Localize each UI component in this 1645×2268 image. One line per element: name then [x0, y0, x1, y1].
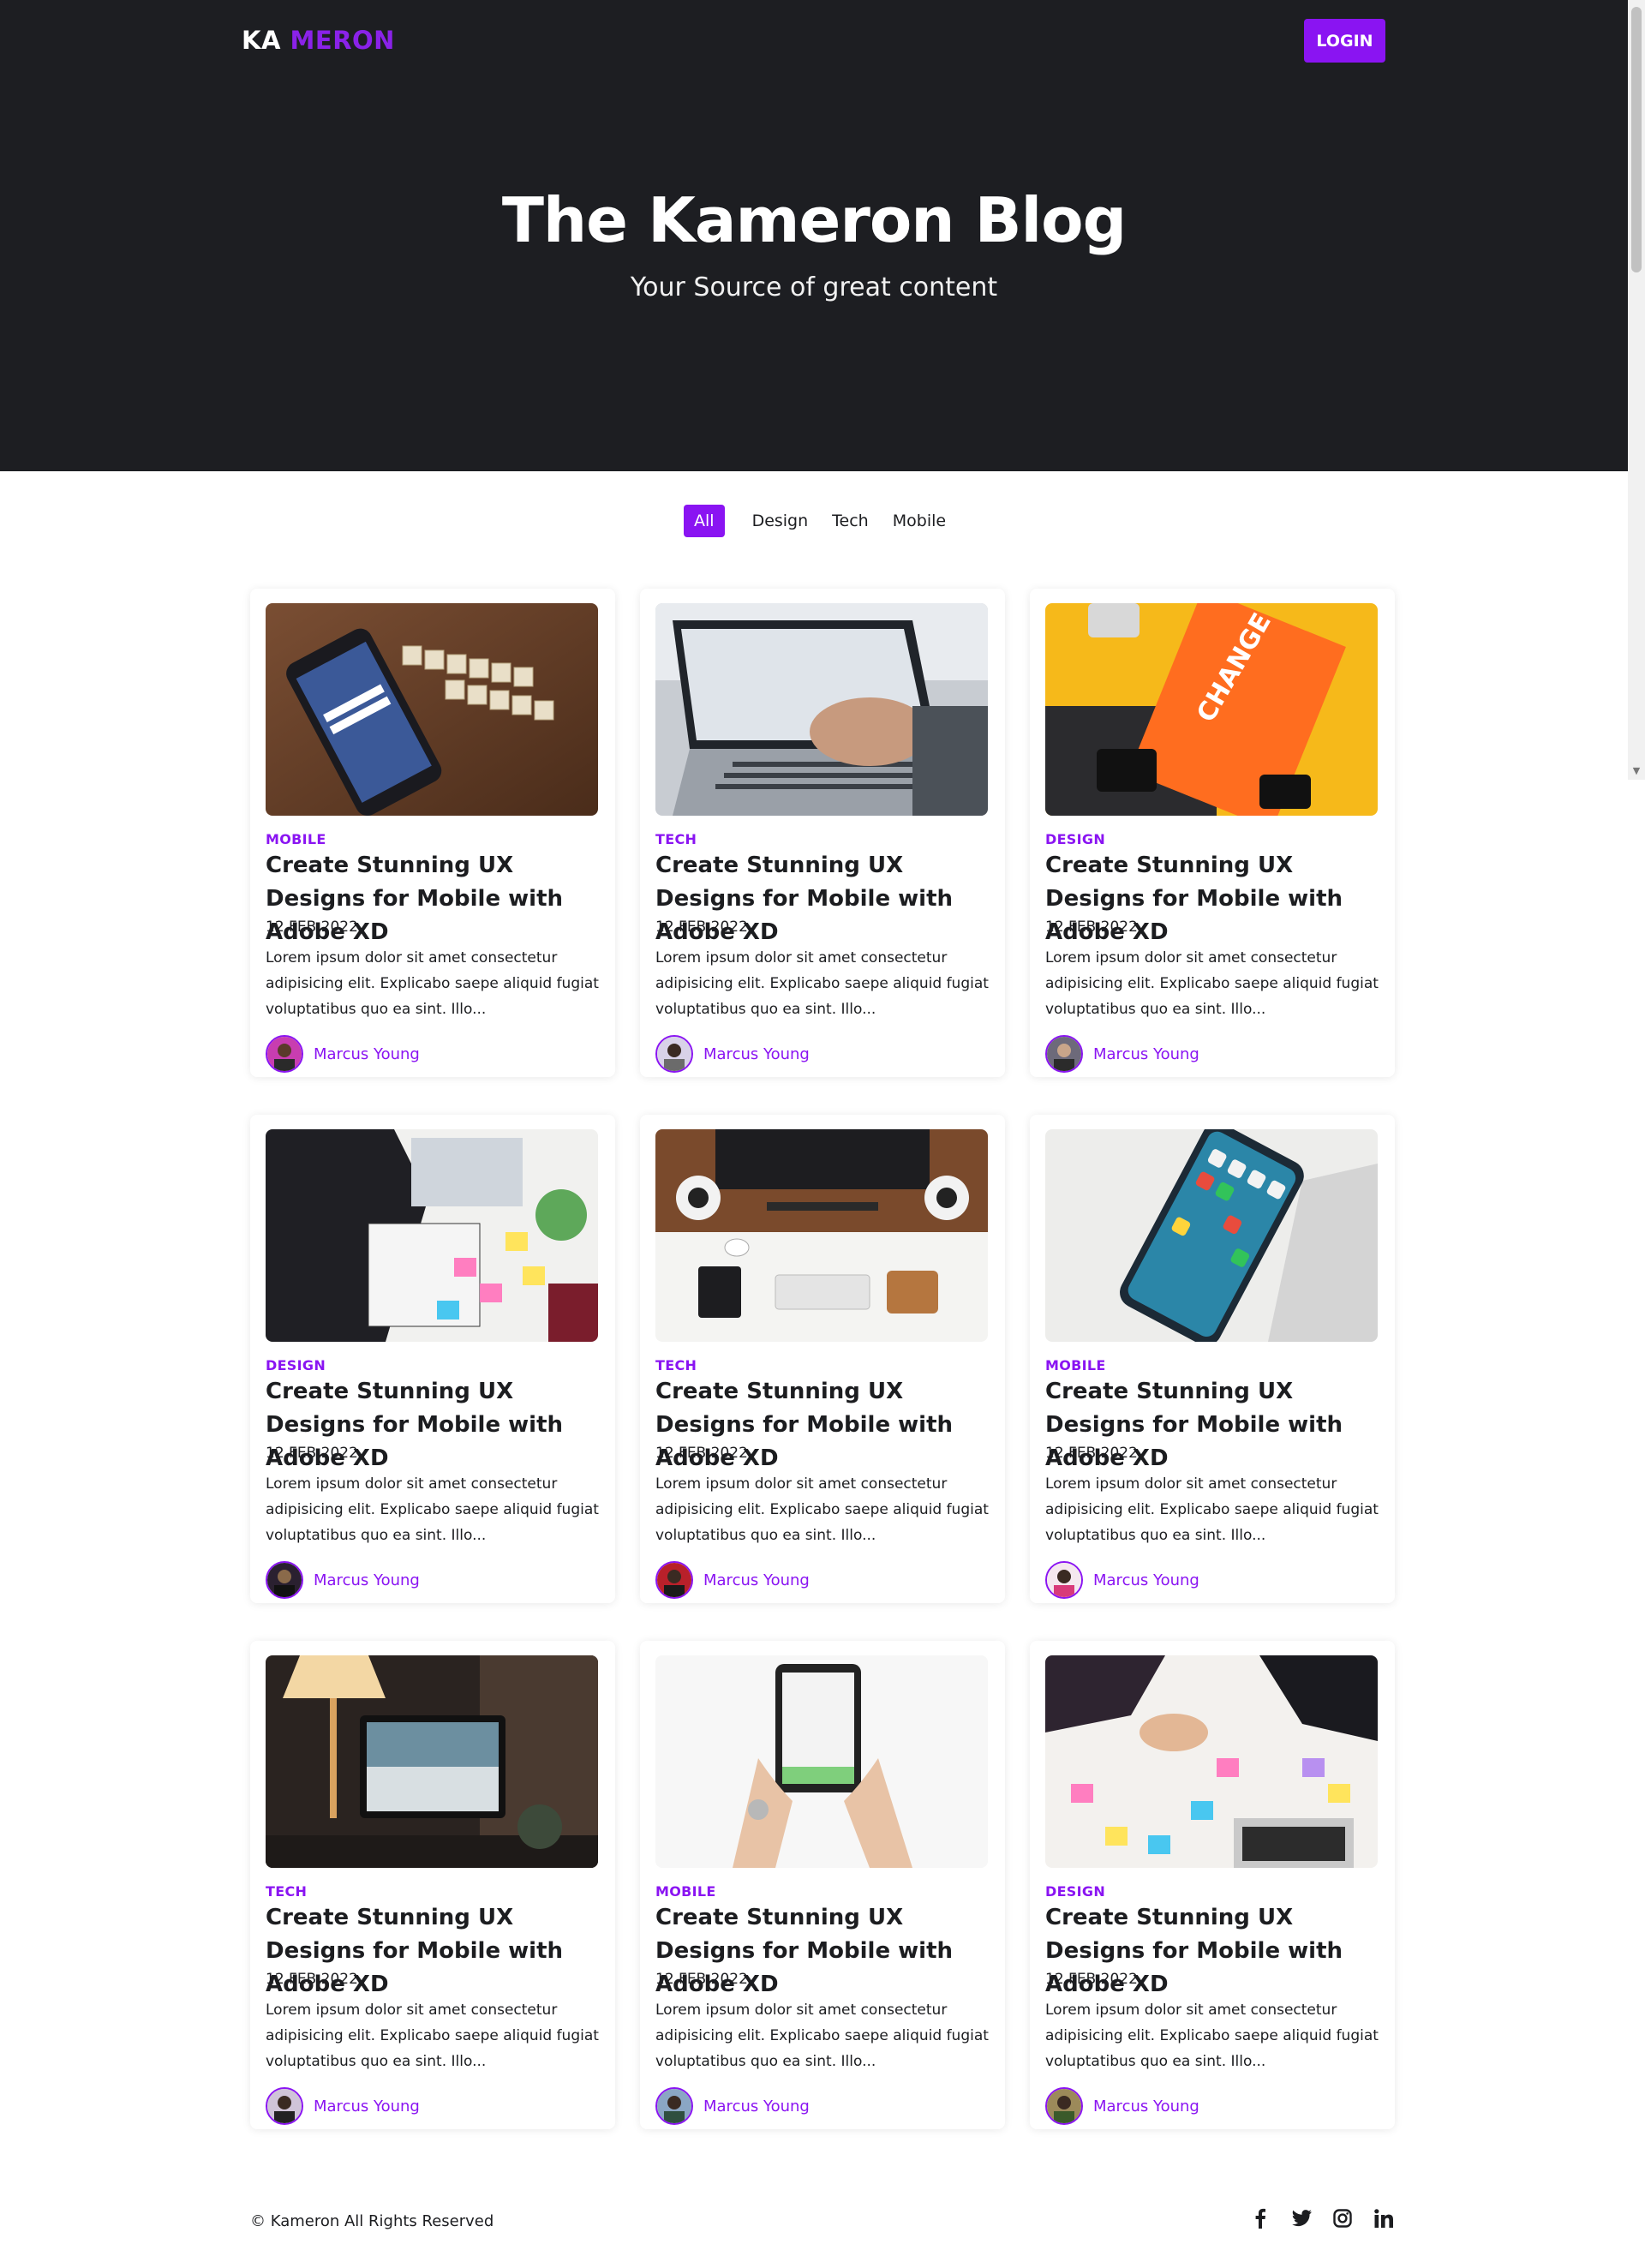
post-image[interactable] [1045, 1129, 1378, 1342]
author-name[interactable]: Marcus Young [703, 2097, 810, 2115]
post-card[interactable]: TECH Create Stunning UX Designs for Mobi… [640, 1115, 1005, 1603]
avatar [266, 1561, 303, 1599]
post-card[interactable]: CHANGE DESIGN Create Stunning UX Designs… [1030, 589, 1395, 1077]
post-author[interactable]: Marcus Young [266, 1561, 420, 1599]
post-excerpt: Lorem ipsum dolor sit amet consectetur a… [1045, 1475, 1379, 1544]
login-button[interactable]: LOGIN [1304, 19, 1385, 63]
avatar [1045, 1035, 1083, 1073]
facebook-icon[interactable] [1249, 2207, 1271, 2229]
post-date: 12 FEB 2022 [266, 919, 358, 936]
post-excerpt: Lorem ipsum dolor sit amet consectetur a… [655, 2002, 989, 2070]
avatar [266, 1035, 303, 1073]
post-card[interactable]: MOBILE Create Stunning UX Designs for Mo… [640, 1641, 1005, 2129]
scroll-down-arrow-icon[interactable]: ▼ [1628, 763, 1645, 780]
page-title: The Kameron Blog [501, 184, 1127, 256]
author-name[interactable]: Marcus Young [314, 1571, 420, 1589]
author-name[interactable]: Marcus Young [703, 1045, 810, 1063]
page-subtitle: Your Source of great content [630, 272, 998, 302]
post-category[interactable]: TECH [655, 1357, 697, 1373]
post-excerpt: Lorem ipsum dolor sit amet consectetur a… [266, 1475, 599, 1544]
post-card[interactable]: MOBILE Create Stunning UX Designs for Mo… [250, 589, 615, 1077]
post-card[interactable]: DESIGN Create Stunning UX Designs for Mo… [250, 1115, 615, 1603]
author-name[interactable]: Marcus Young [1093, 1571, 1199, 1589]
post-card[interactable]: TECH Create Stunning UX Designs for Mobi… [250, 1641, 615, 2129]
post-date: 12 FEB 2022 [1045, 1971, 1138, 1988]
post-image[interactable] [266, 603, 598, 816]
post-author[interactable]: Marcus Young [266, 2087, 420, 2125]
post-category[interactable]: DESIGN [1045, 831, 1105, 847]
post-image[interactable] [655, 1129, 988, 1342]
logo-part-ka: KA [242, 26, 281, 55]
category-filters: All Design Tech Mobile [684, 505, 958, 537]
post-date: 12 FEB 2022 [655, 1445, 748, 1462]
post-image[interactable] [655, 1655, 988, 1868]
post-author[interactable]: Marcus Young [655, 1561, 810, 1599]
post-excerpt: Lorem ipsum dolor sit amet consectetur a… [655, 1475, 989, 1544]
author-name[interactable]: Marcus Young [314, 2097, 420, 2115]
post-image[interactable] [1045, 1655, 1378, 1868]
post-date: 12 FEB 2022 [266, 1971, 358, 1988]
post-image[interactable] [655, 603, 988, 816]
filter-all[interactable]: All [684, 505, 725, 537]
post-excerpt: Lorem ipsum dolor sit amet consectetur a… [655, 949, 989, 1018]
post-category[interactable]: TECH [655, 831, 697, 847]
post-image[interactable] [266, 1129, 598, 1342]
post-date: 12 FEB 2022 [1045, 919, 1138, 936]
post-category[interactable]: MOBILE [1045, 1357, 1106, 1373]
post-card[interactable]: MOBILE Create Stunning UX Designs for Mo… [1030, 1115, 1395, 1603]
filter-mobile[interactable]: Mobile [881, 505, 958, 537]
avatar [266, 2087, 303, 2125]
avatar [655, 2087, 693, 2125]
post-card[interactable]: TECH Create Stunning UX Designs for Mobi… [640, 589, 1005, 1077]
post-excerpt: Lorem ipsum dolor sit amet consectetur a… [266, 949, 599, 1018]
scrollbar[interactable]: ▼ [1628, 0, 1645, 780]
filter-design[interactable]: Design [740, 505, 821, 537]
hero-header: KA MERON LOGIN The Kameron Blog Your Sou… [0, 0, 1628, 471]
avatar [655, 1561, 693, 1599]
post-author[interactable]: Marcus Young [655, 1035, 810, 1073]
author-name[interactable]: Marcus Young [703, 1571, 810, 1589]
post-date: 12 FEB 2022 [655, 919, 748, 936]
avatar [1045, 1561, 1083, 1599]
avatar [655, 1035, 693, 1073]
post-image[interactable] [266, 1655, 598, 1868]
post-date: 12 FEB 2022 [266, 1445, 358, 1462]
scrollbar-thumb[interactable] [1631, 7, 1642, 272]
logo[interactable]: KA MERON [242, 26, 395, 55]
avatar [1045, 2087, 1083, 2125]
post-excerpt: Lorem ipsum dolor sit amet consectetur a… [1045, 949, 1379, 1018]
author-name[interactable]: Marcus Young [1093, 2097, 1199, 2115]
footer-copyright: © Kameron All Rights Reserved [250, 2212, 494, 2230]
post-date: 12 FEB 2022 [1045, 1445, 1138, 1462]
instagram-icon[interactable] [1331, 2207, 1354, 2229]
post-category[interactable]: MOBILE [655, 1883, 716, 1900]
social-links [1249, 2207, 1395, 2229]
post-category[interactable]: TECH [266, 1883, 307, 1900]
post-category[interactable]: DESIGN [1045, 1883, 1105, 1900]
post-image[interactable]: CHANGE [1045, 603, 1378, 816]
post-excerpt: Lorem ipsum dolor sit amet consectetur a… [1045, 2002, 1379, 2070]
post-date: 12 FEB 2022 [655, 1971, 748, 1988]
post-author[interactable]: Marcus Young [1045, 1035, 1199, 1073]
post-author[interactable]: Marcus Young [1045, 2087, 1199, 2125]
logo-part-meron: MERON [290, 26, 395, 55]
post-card[interactable]: DESIGN Create Stunning UX Designs for Mo… [1030, 1641, 1395, 2129]
post-category[interactable]: DESIGN [266, 1357, 326, 1373]
post-category[interactable]: MOBILE [266, 831, 326, 847]
author-name[interactable]: Marcus Young [314, 1045, 420, 1063]
linkedin-icon[interactable] [1373, 2207, 1395, 2229]
author-name[interactable]: Marcus Young [1093, 1045, 1199, 1063]
post-author[interactable]: Marcus Young [1045, 1561, 1199, 1599]
post-author[interactable]: Marcus Young [266, 1035, 420, 1073]
twitter-icon[interactable] [1290, 2207, 1313, 2229]
filter-tech[interactable]: Tech [820, 505, 881, 537]
post-author[interactable]: Marcus Young [655, 2087, 810, 2125]
post-excerpt: Lorem ipsum dolor sit amet consectetur a… [266, 2002, 599, 2070]
